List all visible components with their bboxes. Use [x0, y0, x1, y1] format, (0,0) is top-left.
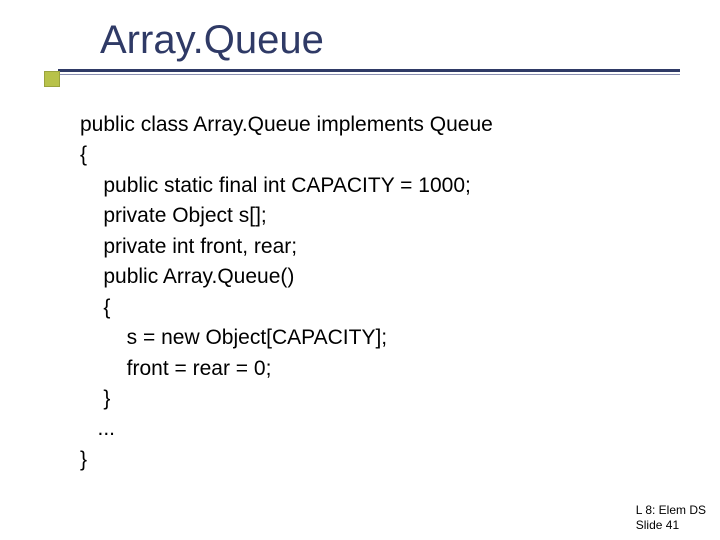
title-rule-thick: [58, 69, 680, 72]
footer-slide-number: Slide 41: [636, 518, 706, 532]
code-line: private int front, rear;: [80, 235, 297, 258]
code-line: front = rear = 0;: [80, 357, 271, 380]
code-line: public class Array.Queue implements Queu…: [80, 113, 493, 136]
footer-course: L 8: Elem DS: [636, 503, 706, 517]
title-area: Array.Queue: [30, 18, 680, 75]
title-rule-thin: [58, 74, 680, 75]
code-line: }: [80, 387, 110, 410]
code-line: {: [80, 143, 87, 166]
footer: L 8: Elem DS Slide 41: [636, 503, 706, 532]
code-line: public static final int CAPACITY = 1000;: [80, 174, 471, 197]
code-line: s = new Object[CAPACITY];: [80, 326, 387, 349]
code-line: ...: [80, 417, 115, 440]
slide-title: Array.Queue: [100, 18, 680, 63]
slide: Array.Queue public class Array.Queue imp…: [0, 0, 720, 540]
code-block: public class Array.Queue implements Queu…: [80, 110, 660, 475]
code-line: {: [80, 296, 110, 319]
code-line: }: [80, 448, 87, 471]
accent-square: [44, 71, 60, 87]
code-line: private Object s[];: [80, 204, 267, 227]
code-line: public Array.Queue(): [80, 265, 294, 288]
